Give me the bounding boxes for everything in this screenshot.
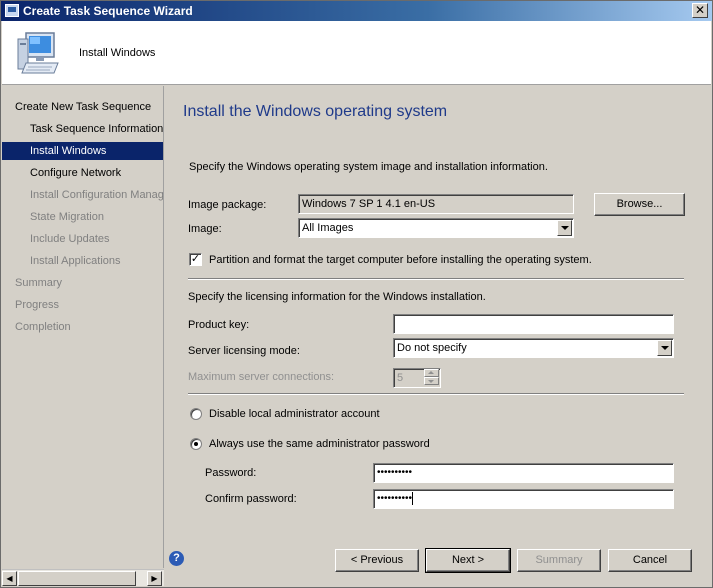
- cancel-button[interactable]: Cancel: [608, 549, 692, 572]
- image-select[interactable]: All Images: [298, 218, 574, 238]
- nav-item-install-applications: Install Applications: [30, 255, 121, 267]
- nav-item-include-updates: Include Updates: [30, 233, 110, 245]
- section-divider: [188, 278, 684, 280]
- password-input[interactable]: ••••••••••: [373, 463, 674, 483]
- confirm-password-value: ••••••••••: [377, 493, 413, 504]
- partition-checkbox[interactable]: ✓: [189, 253, 202, 266]
- nav-item-configure-network[interactable]: Configure Network: [2, 164, 163, 182]
- server-licensing-mode-select[interactable]: Do not specify: [393, 338, 674, 358]
- image-intro-text: Specify the Windows operating system ima…: [189, 161, 548, 173]
- header-step-title: Install Windows: [79, 47, 156, 59]
- page-title: Install the Windows operating system: [183, 103, 448, 120]
- password-label: Password:: [205, 467, 257, 479]
- max-server-connections-label: Maximum server connections:: [188, 371, 335, 383]
- browse-button[interactable]: Browse...: [594, 193, 685, 216]
- computer-icon: [17, 32, 59, 74]
- image-package-field: Windows 7 SP 1 4.1 en-US: [298, 194, 574, 214]
- password-value: ••••••••••: [377, 467, 413, 478]
- nav-item-completion: Completion: [15, 321, 71, 333]
- disable-admin-label[interactable]: Disable local administrator account: [209, 408, 380, 420]
- confirm-password-label: Confirm password:: [205, 493, 297, 505]
- nav-item-create-new-task-sequence[interactable]: Create New Task Sequence: [2, 98, 163, 116]
- scroll-right-icon[interactable]: ▶: [147, 571, 162, 586]
- spin-up-icon: [424, 369, 439, 377]
- wizard-window: Create Task Sequence Wizard ✕ Install Wi…: [0, 0, 713, 588]
- scroll-thumb[interactable]: [18, 571, 136, 586]
- section-divider-2: [188, 393, 684, 395]
- scroll-left-icon[interactable]: ◀: [2, 571, 17, 586]
- confirm-password-input[interactable]: ••••••••••: [373, 489, 674, 509]
- nav-item-progress: Progress: [15, 299, 60, 311]
- disable-admin-radio[interactable]: [190, 408, 202, 420]
- max-server-connections-spinner: 5: [393, 368, 441, 388]
- same-password-radio[interactable]: [190, 438, 202, 450]
- window-title: Create Task Sequence Wizard: [23, 4, 193, 18]
- next-button[interactable]: Next >: [425, 548, 511, 573]
- text-cursor: [412, 491, 414, 505]
- same-password-label[interactable]: Always use the same administrator passwo…: [209, 438, 430, 450]
- nav-item-state-migration: State Migration: [30, 211, 104, 223]
- nav-item-install-windows[interactable]: Install Windows: [2, 142, 163, 160]
- licensing-intro-text: Specify the licensing information for th…: [188, 291, 486, 303]
- help-icon[interactable]: ?: [169, 551, 184, 566]
- server-licensing-mode-label: Server licensing mode:: [188, 345, 300, 357]
- previous-button[interactable]: < Previous: [335, 549, 419, 572]
- product-key-input[interactable]: [393, 314, 674, 334]
- wizard-main-panel: Install the Windows operating system Spe…: [165, 86, 711, 586]
- wizard-app-icon: [5, 4, 19, 17]
- image-package-label: Image package:: [188, 199, 267, 211]
- image-select-value: All Images: [302, 222, 354, 234]
- server-licensing-mode-value: Do not specify: [397, 342, 467, 354]
- nav-item-install-configuration-manager: Install Configuration Manager: [30, 189, 163, 201]
- title-bar[interactable]: Create Task Sequence Wizard ✕: [1, 1, 712, 21]
- image-dropdown-icon[interactable]: [557, 220, 572, 236]
- server-mode-dropdown-icon[interactable]: [657, 340, 672, 356]
- image-label: Image:: [188, 223, 222, 235]
- spin-down-icon: [424, 377, 439, 385]
- wizard-header: Install Windows: [2, 21, 711, 85]
- summary-button: Summary: [517, 549, 601, 572]
- product-key-label: Product key:: [188, 319, 250, 331]
- wizard-sidebar: Create New Task Sequence Task Sequence I…: [2, 86, 164, 568]
- nav-item-task-sequence-information[interactable]: Task Sequence Information: [2, 120, 163, 138]
- nav-item-summary: Summary: [15, 277, 63, 289]
- close-button[interactable]: ✕: [692, 3, 708, 18]
- partition-label[interactable]: Partition and format the target computer…: [209, 254, 592, 266]
- max-server-connections-value: 5: [397, 372, 404, 384]
- sidebar-horizontal-scrollbar[interactable]: ◀ ▶: [2, 569, 164, 586]
